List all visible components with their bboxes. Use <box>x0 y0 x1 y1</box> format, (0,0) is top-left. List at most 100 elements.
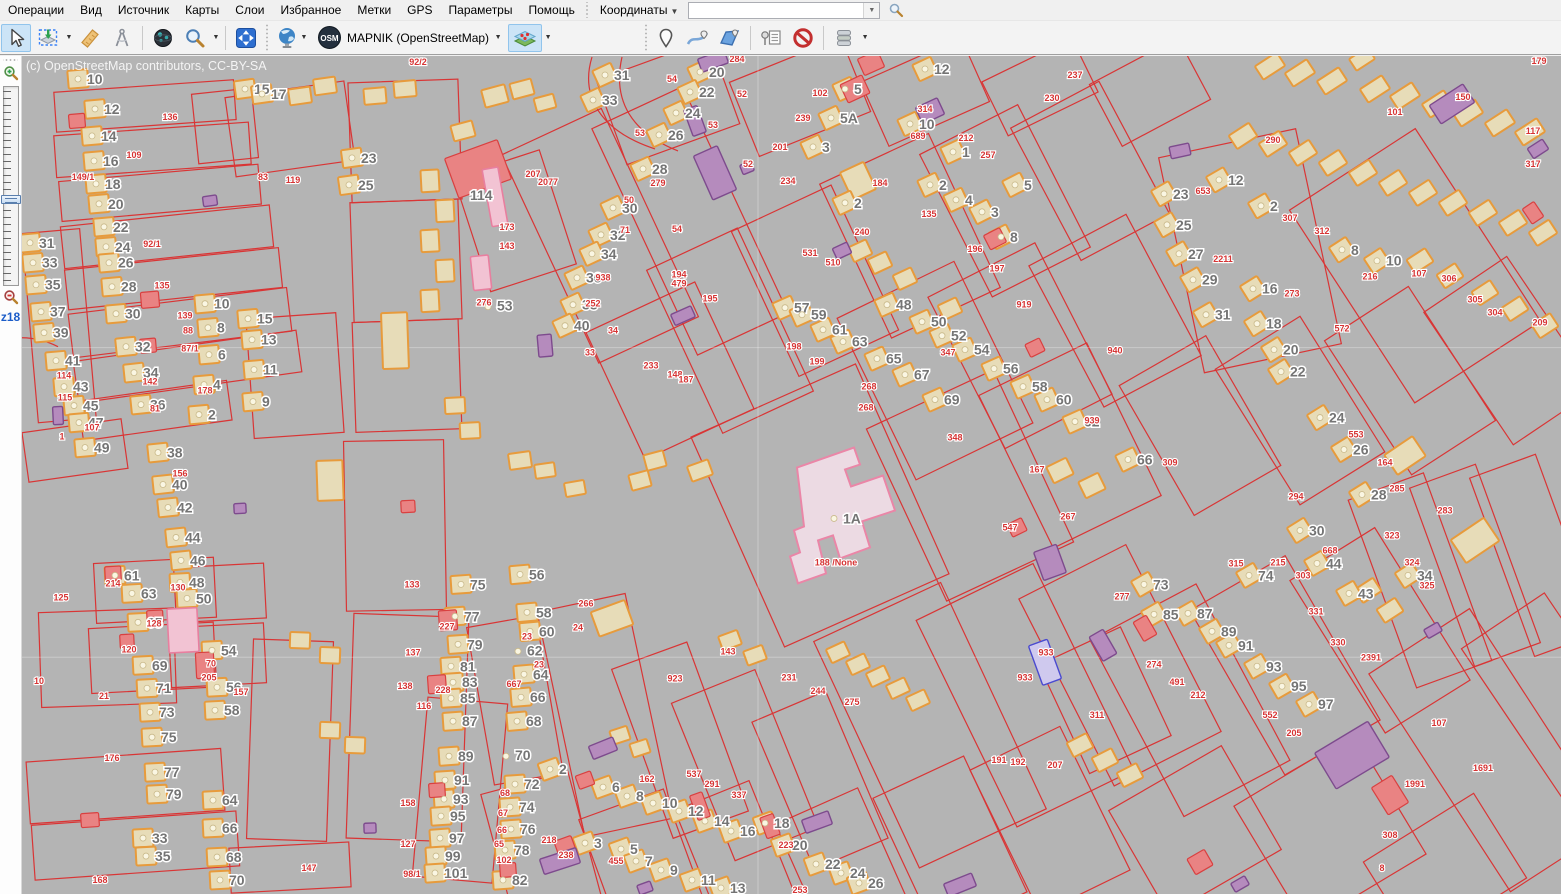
svg-text:23: 23 <box>534 659 544 669</box>
path-polyline-icon <box>686 27 710 49</box>
cache-database-button[interactable] <box>829 24 859 52</box>
svg-text:102: 102 <box>812 88 827 98</box>
svg-text:22: 22 <box>699 84 715 100</box>
svg-text:22: 22 <box>825 856 841 872</box>
zoom-tool-button[interactable] <box>180 24 210 52</box>
selection-manager-button[interactable] <box>33 24 63 52</box>
svg-text:12: 12 <box>104 101 120 117</box>
svg-text:139: 139 <box>177 311 192 321</box>
zoom-slider-handle[interactable] <box>1 195 21 204</box>
svg-text:70: 70 <box>206 658 216 668</box>
cursor-arrow-icon <box>5 27 27 49</box>
menu-gps[interactable]: GPS <box>399 1 440 19</box>
svg-text:29: 29 <box>1202 272 1218 288</box>
svg-text:143: 143 <box>720 646 735 656</box>
menu-operations[interactable]: Операции <box>0 1 72 19</box>
toolbar-grip[interactable] <box>585 2 590 18</box>
toolbar-grip[interactable] <box>643 23 648 52</box>
selection-rect-icon <box>37 27 59 49</box>
add-polygon-button[interactable] <box>715 24 745 52</box>
menu-help[interactable]: Помощь <box>520 1 582 19</box>
svg-text:77: 77 <box>464 608 480 624</box>
svg-text:5: 5 <box>854 81 862 97</box>
svg-text:33: 33 <box>602 92 618 108</box>
svg-text:510: 510 <box>825 258 840 268</box>
hide-placemarks-button[interactable] <box>788 24 818 52</box>
svg-text:268: 268 <box>861 382 876 392</box>
menu-maps[interactable]: Карты <box>177 1 227 19</box>
selection-dropdown-caret[interactable]: ▼ <box>64 24 74 52</box>
svg-text:83: 83 <box>258 172 268 182</box>
svg-text:191: 191 <box>991 755 1006 765</box>
svg-text:11: 11 <box>701 872 716 888</box>
fullscreen-button[interactable] <box>231 24 261 52</box>
zoom-in-button[interactable] <box>2 64 20 82</box>
zoom-dropdown-caret[interactable]: ▼ <box>211 24 221 52</box>
combobox-dropdown-button[interactable]: ▼ <box>863 3 879 18</box>
svg-text:48: 48 <box>189 574 205 590</box>
menu-favorites[interactable]: Избранное <box>272 1 349 19</box>
zoom-out-icon <box>3 289 19 305</box>
layers-button[interactable] <box>508 24 542 52</box>
svg-text:52: 52 <box>737 89 747 99</box>
ruler-button[interactable] <box>75 24 105 52</box>
add-placemark-button[interactable] <box>651 24 681 52</box>
svg-text:195: 195 <box>702 294 717 304</box>
svg-text:24: 24 <box>850 865 866 881</box>
select-cursor-button[interactable] <box>1 24 31 52</box>
active-map-selector[interactable]: OSM MAPNIK (OpenStreetMap) ▼ <box>313 24 507 52</box>
svg-text:67: 67 <box>914 367 930 383</box>
svg-text:65: 65 <box>886 351 902 367</box>
svg-text:142: 142 <box>142 377 157 387</box>
svg-text:62: 62 <box>527 642 543 658</box>
distance-calc-button[interactable] <box>107 24 137 52</box>
map-canvas[interactable]: 1012141618202224262830323436384042444631… <box>22 56 1561 894</box>
svg-text:33: 33 <box>152 830 168 846</box>
svg-text:277: 277 <box>1114 591 1129 601</box>
svg-text:158: 158 <box>400 798 415 808</box>
svg-text:85: 85 <box>1163 606 1179 622</box>
database-icon <box>833 27 855 49</box>
svg-text:92/2: 92/2 <box>409 57 427 67</box>
svg-text:44: 44 <box>185 529 201 545</box>
coordinates-input[interactable] <box>689 4 863 17</box>
search-go-button[interactable] <box>886 1 906 19</box>
svg-text:53: 53 <box>635 128 645 138</box>
menu-placemarks[interactable]: Метки <box>349 1 399 19</box>
svg-text:33: 33 <box>585 348 595 358</box>
zoom-out-button[interactable] <box>2 288 20 306</box>
coordinates-combobox[interactable]: ▼ <box>688 2 880 19</box>
svg-text:10: 10 <box>87 71 103 87</box>
svg-text:125: 125 <box>53 592 68 602</box>
layers-dropdown-caret[interactable]: ▼ <box>543 24 553 52</box>
menu-layers[interactable]: Слои <box>227 1 272 19</box>
coordinates-dropdown[interactable]: Координаты▼ <box>592 1 683 19</box>
map-viewport[interactable]: 1012141618202224262830323436384042444631… <box>22 56 1561 894</box>
map-source-globe-button[interactable]: ▼ <box>271 24 313 52</box>
svg-text:31: 31 <box>39 235 55 251</box>
cache-dropdown-caret[interactable]: ▼ <box>860 24 870 52</box>
svg-text:6: 6 <box>612 779 620 795</box>
globe-view-button[interactable] <box>148 24 178 52</box>
placemark-manager-button[interactable] <box>756 24 786 52</box>
zoom-slider[interactable] <box>3 86 19 286</box>
svg-text:176: 176 <box>104 753 119 763</box>
sas-planet-window: { "menu": { "items": ["Операции","Вид","… <box>0 0 1561 894</box>
map-source-caret[interactable]: ▼ <box>299 24 309 52</box>
svg-text:162: 162 <box>639 774 654 784</box>
menu-view[interactable]: Вид <box>72 1 110 19</box>
svg-text:54: 54 <box>672 224 682 234</box>
menu-source[interactable]: Источник <box>110 1 177 19</box>
toolbar-grip[interactable] <box>264 23 269 52</box>
sidebar-grip[interactable] <box>3 57 18 62</box>
svg-text:102: 102 <box>496 855 511 865</box>
add-path-button[interactable] <box>683 24 713 52</box>
active-map-caret[interactable]: ▼ <box>493 24 503 52</box>
ruler-icon <box>79 27 101 49</box>
svg-text:69: 69 <box>152 657 168 673</box>
menu-parameters[interactable]: Параметры <box>441 1 521 19</box>
svg-text:196: 196 <box>967 244 982 254</box>
svg-text:653: 653 <box>1195 186 1210 196</box>
svg-text:60: 60 <box>539 623 555 639</box>
svg-text:257: 257 <box>980 150 995 160</box>
